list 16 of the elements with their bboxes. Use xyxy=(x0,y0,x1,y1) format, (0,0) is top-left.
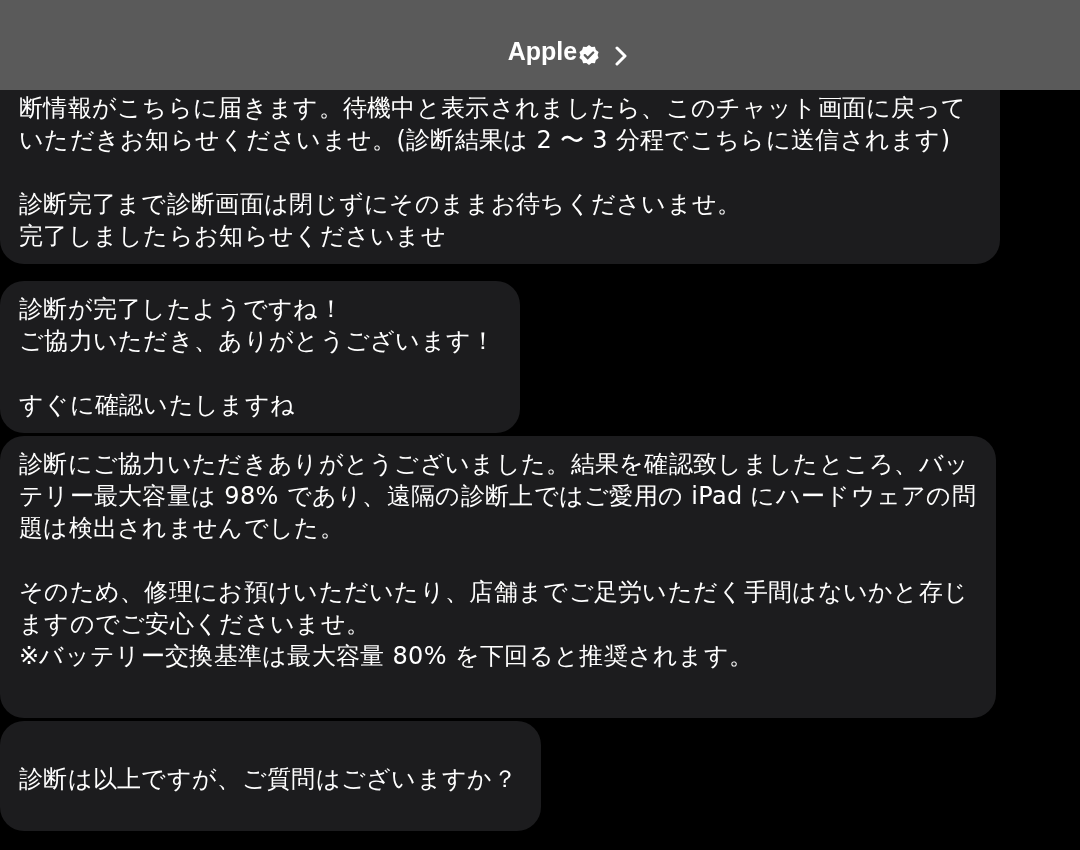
message-line: 完了しましたらお知らせくださいませ xyxy=(19,221,448,252)
message-line: 診断は以上ですが、ご質問はございますか？ xyxy=(19,764,517,795)
message-line: テリー最大容量は 98% であり、遠隔の診断上ではご愛用の iPad にハードウェアの問 xyxy=(19,481,977,512)
message-line: ますのでご安心くださいませ。 xyxy=(19,609,372,640)
message-line: いただきお知らせくださいませ。(診断結果は 2 〜 3 分程でこちらに送信されます) xyxy=(19,125,952,156)
message-line: 診断が完了したようですね！ xyxy=(19,294,344,325)
message-line: ご協力いただき、ありがとうございます！ xyxy=(19,326,496,357)
contact-name[interactable]: Apple xyxy=(507,37,578,66)
message-line: すぐに確認いたしますね xyxy=(19,390,297,421)
message-line: 診断にご協力いただきありがとうございました。結果を確認致しましたところ、バッ xyxy=(19,449,971,480)
message-line: ※バッテリー交換基準は最大容量 80% を下回ると推奨されます。 xyxy=(19,641,755,672)
message-line: そのため、修理にお預けいただいたり、店舗までご足労いただく手間はないかと存じ xyxy=(19,577,970,608)
message-line: 断情報がこちらに届きます。待機中と表示されましたら、このチャット画面に戻って xyxy=(19,93,967,124)
message-line: 題は検出されませんでした。 xyxy=(19,513,345,544)
chevron-right-icon[interactable] xyxy=(614,46,629,66)
message-line: 診断完了まで診断画面は閉じずにそのままお待ちくださいませ。 xyxy=(19,189,743,220)
